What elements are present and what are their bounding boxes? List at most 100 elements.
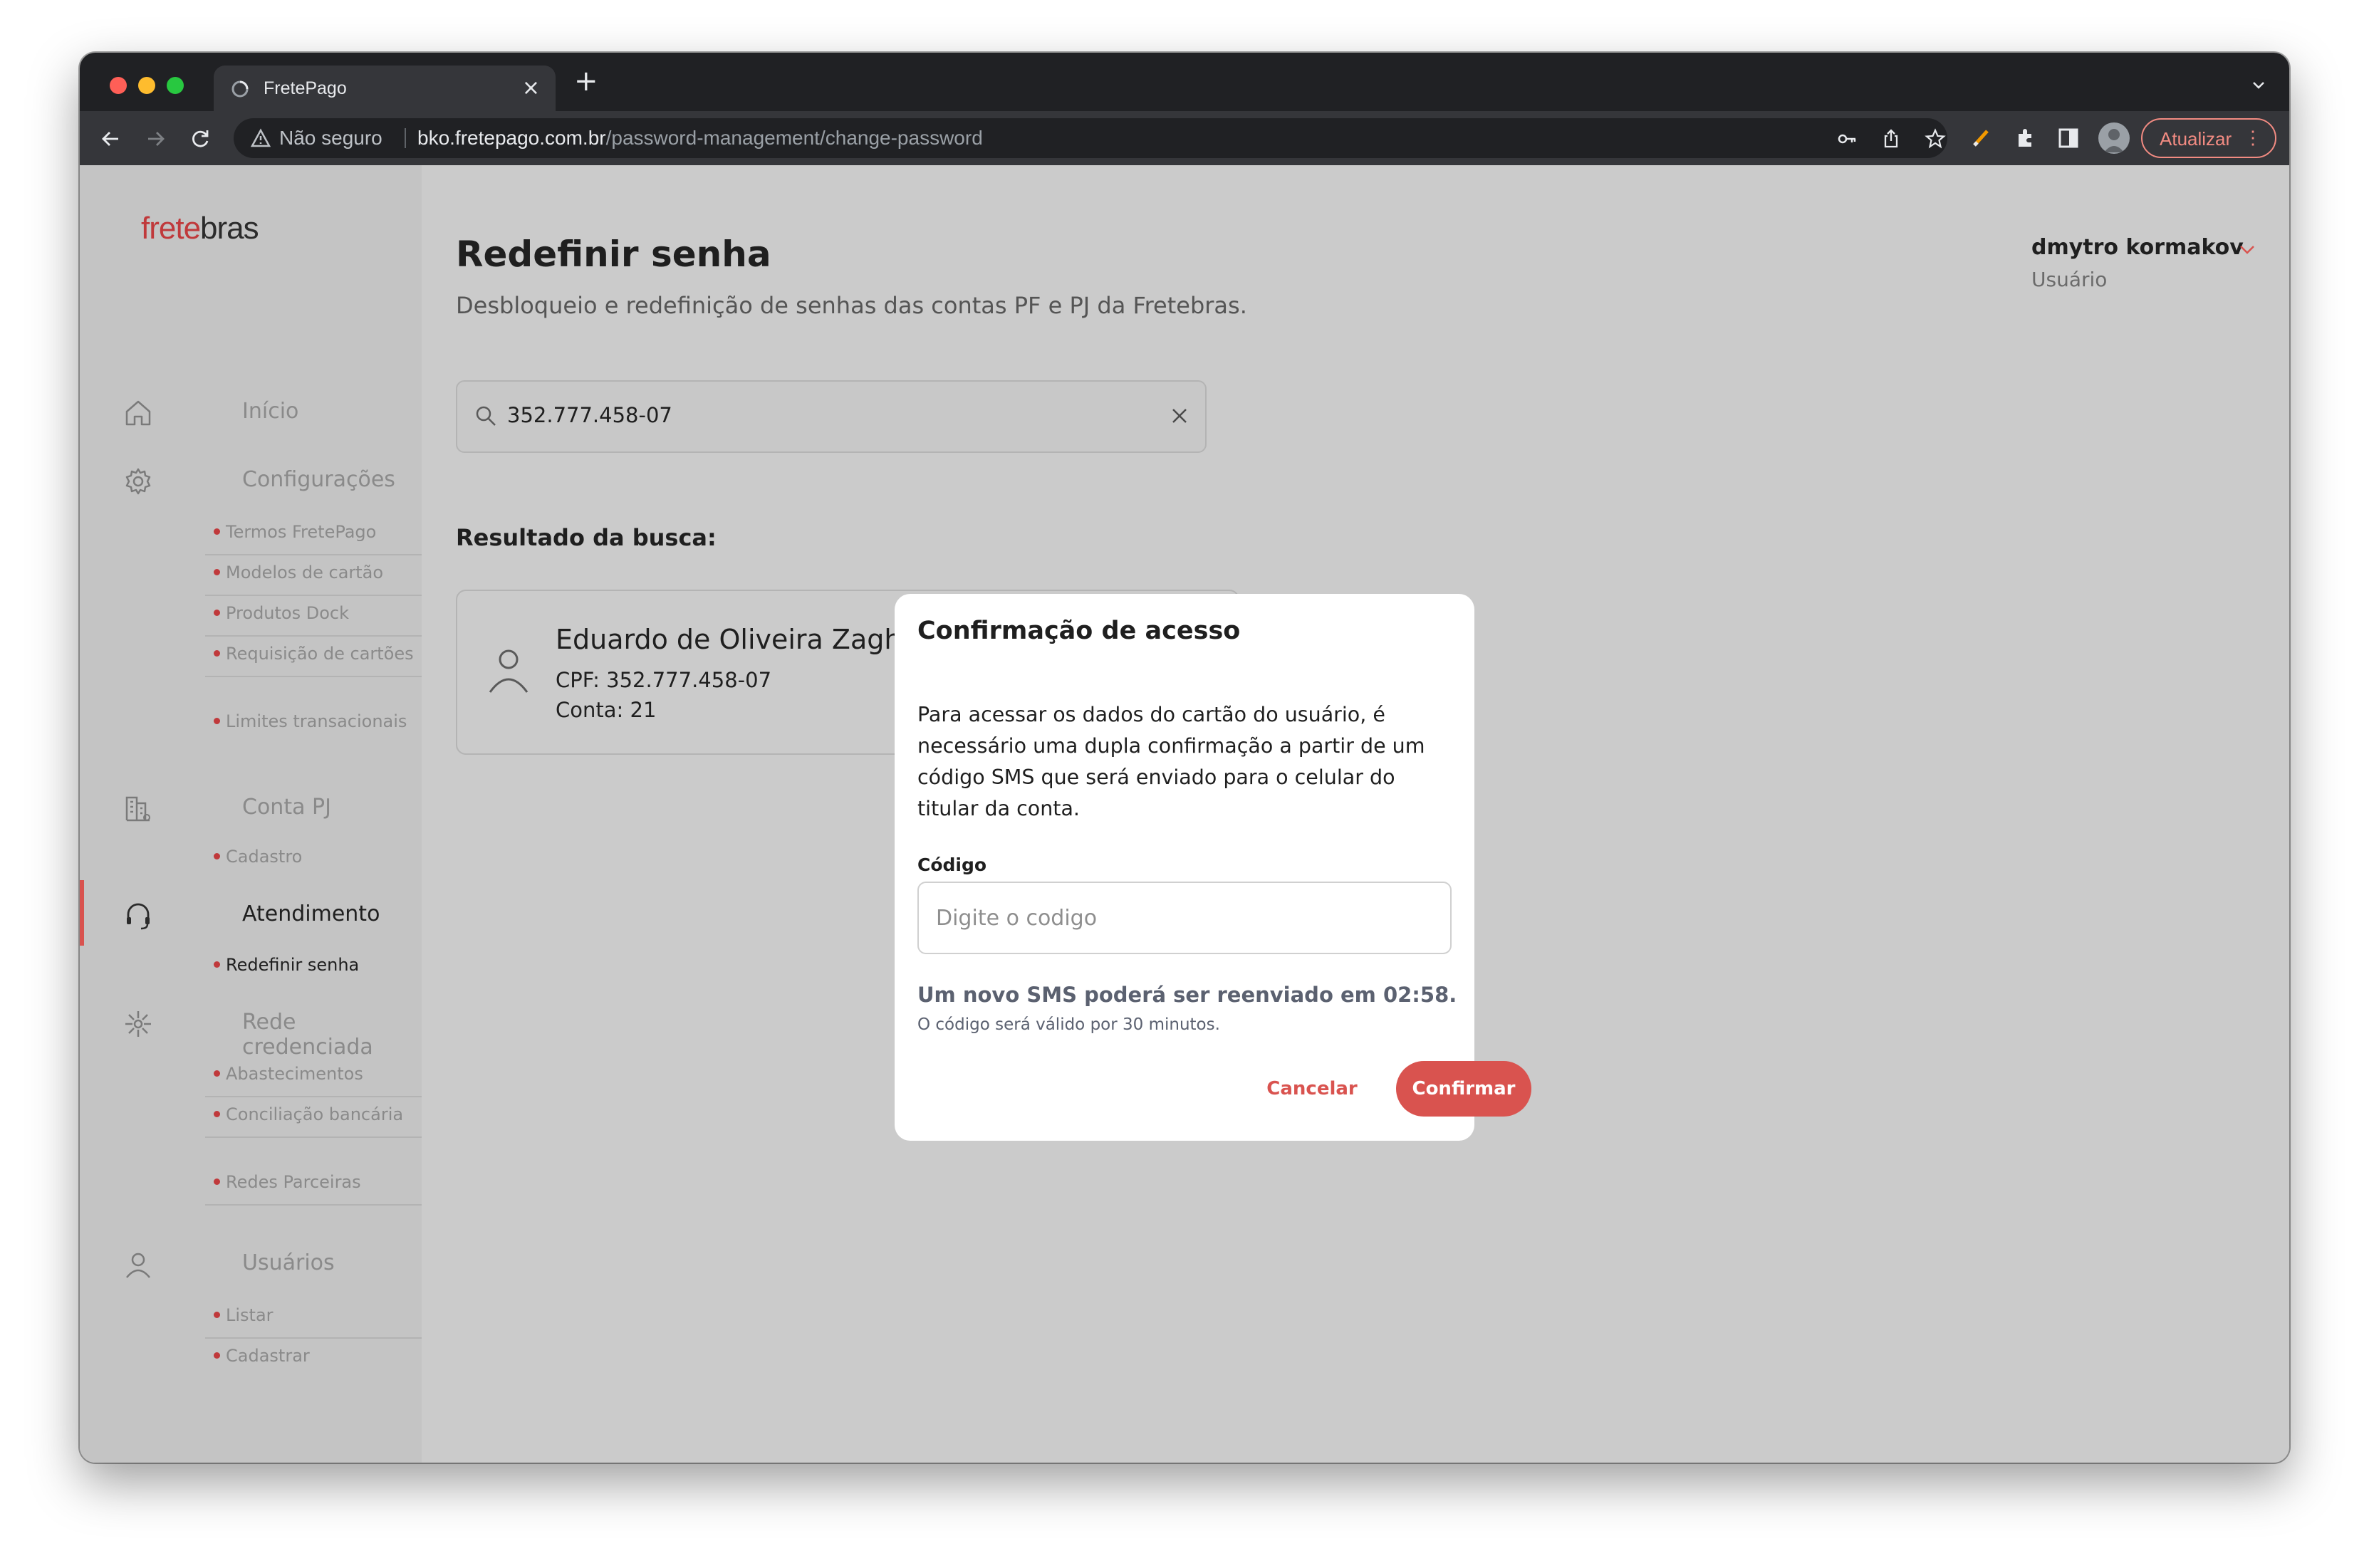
sidepanel-icon[interactable] bbox=[2056, 125, 2081, 151]
subitem-label: Conciliação bancária bbox=[226, 1104, 404, 1124]
subitem-label: Termos FretePago bbox=[226, 522, 377, 542]
modal-title: Confirmação de acesso bbox=[917, 617, 1241, 645]
sidebar-subitem-produtos[interactable]: Produtos Dock bbox=[205, 591, 422, 637]
profile-icon bbox=[2104, 129, 2124, 152]
url-host: bko.fretepago.com.br bbox=[417, 127, 606, 149]
access-confirmation-modal: Confirmação de acesso Para acessar os da… bbox=[895, 594, 1531, 1141]
profile-avatar[interactable] bbox=[2098, 122, 2130, 154]
result-name: Eduardo de Oliveira Zaghi bbox=[556, 624, 910, 655]
sidebar-subitem-listar[interactable]: Listar bbox=[205, 1293, 422, 1339]
sidebar-subitem-cadastro[interactable]: Cadastro bbox=[205, 835, 422, 879]
sidebar-subitem-redes-parceiras[interactable]: Redes Parceiras bbox=[205, 1160, 422, 1206]
forward-icon[interactable] bbox=[144, 127, 168, 151]
tab-close-icon[interactable]: × bbox=[522, 75, 540, 100]
subitem-label: Modelos de cartão bbox=[226, 563, 384, 582]
search-icon bbox=[476, 406, 496, 426]
browser-toolbar: Não seguro bko.fretepago.com.br/password… bbox=[80, 111, 2289, 165]
browser-window: FretePago × + Não seguro bko.fretepago.c… bbox=[80, 53, 2289, 1463]
subitem-label: Requisição de cartões bbox=[226, 644, 414, 664]
minimize-window-button[interactable] bbox=[138, 77, 155, 94]
subitem-label: Limites transacionais bbox=[226, 711, 407, 731]
page-subtitle: Desbloqueio e redefinição de senhas das … bbox=[456, 292, 1247, 319]
code-input[interactable] bbox=[917, 882, 1452, 954]
subitem-label: Redefinir senha bbox=[226, 955, 360, 975]
sidebar-subitem-cadastrar[interactable]: Cadastrar bbox=[205, 1334, 422, 1378]
share-icon[interactable] bbox=[1880, 128, 1902, 150]
results-title: Resultado da busca: bbox=[456, 524, 717, 551]
cancel-button[interactable]: Cancelar bbox=[1255, 1061, 1369, 1117]
subitem-label: Cadastro bbox=[226, 847, 303, 867]
tab-title: FretePago bbox=[264, 78, 347, 98]
address-bar[interactable]: Não seguro bko.fretepago.com.br/password… bbox=[234, 118, 1947, 158]
loading-icon bbox=[231, 80, 249, 98]
subitem-label: Produtos Dock bbox=[226, 603, 350, 623]
gear-icon bbox=[125, 468, 151, 495]
close-window-button[interactable] bbox=[110, 77, 127, 94]
url-text[interactable]: bko.fretepago.com.br/password-management… bbox=[417, 127, 983, 150]
sidebar-subitem-requisicao[interactable]: Requisição de cartões bbox=[205, 632, 422, 677]
subitem-label: Listar bbox=[226, 1305, 274, 1325]
sidebar-subitem-modelos[interactable]: Modelos de cartão bbox=[205, 550, 422, 596]
building-icon bbox=[125, 796, 150, 822]
network-icon bbox=[125, 1011, 151, 1037]
sidebar-subitem-abastecimentos[interactable]: Abastecimentos bbox=[205, 1052, 422, 1097]
sidebar-item-label: Configurações bbox=[242, 467, 395, 492]
logo[interactable]: fretebras bbox=[141, 211, 259, 246]
sidebar-item-atendimento[interactable]: Atendimento bbox=[123, 894, 422, 937]
logo-part-bras: bras bbox=[200, 211, 259, 246]
active-indicator bbox=[80, 880, 84, 946]
confirm-button[interactable]: Confirmar bbox=[1396, 1061, 1531, 1117]
sidebar-item-conta-pj[interactable]: Conta PJ bbox=[123, 788, 422, 830]
sidebar-subitem-conciliacao[interactable]: Conciliação bancária bbox=[205, 1092, 422, 1138]
subitem-label: Abastecimentos bbox=[226, 1064, 363, 1084]
sidebar-subitem-redefinir-senha[interactable]: Redefinir senha bbox=[205, 943, 422, 987]
result-account: Conta: 21 bbox=[556, 698, 657, 722]
sidebar-item-label: Início bbox=[242, 399, 299, 424]
sidebar-subitem-termos[interactable]: Termos FretePago bbox=[205, 510, 422, 555]
user-name[interactable]: dmytro kormakov bbox=[2031, 235, 2244, 260]
sidebar-item-usuarios[interactable]: Usuários bbox=[123, 1243, 422, 1286]
more-icon[interactable]: ⋮ bbox=[2244, 127, 2262, 149]
sidebar: fretebras Início Configurações Termos Fr… bbox=[80, 165, 422, 1463]
sidebar-item-label: Atendimento bbox=[242, 901, 380, 926]
warning-icon[interactable] bbox=[251, 128, 271, 148]
new-tab-button[interactable]: + bbox=[574, 67, 598, 95]
pen-extension-icon[interactable] bbox=[1969, 125, 1994, 151]
headset-icon bbox=[127, 903, 150, 930]
home-icon bbox=[125, 400, 151, 426]
user-role: Usuário bbox=[2031, 268, 2108, 291]
page-title: Redefinir senha bbox=[456, 234, 771, 275]
back-icon[interactable] bbox=[98, 127, 123, 151]
resend-timer-text: Um novo SMS poderá ser reenviado em 02:5… bbox=[917, 983, 1457, 1007]
star-icon[interactable] bbox=[1925, 128, 1946, 150]
search-input[interactable]: 352.777.458-07 bbox=[456, 380, 1207, 453]
reload-icon[interactable] bbox=[188, 127, 212, 151]
update-button[interactable]: Atualizar ⋮ bbox=[2141, 118, 2276, 158]
result-cpf: CPF: 352.777.458-07 bbox=[556, 668, 772, 692]
subitem-label: Cadastrar bbox=[226, 1346, 310, 1366]
maximize-window-button[interactable] bbox=[167, 77, 184, 94]
sidebar-item-configuracoes[interactable]: Configurações bbox=[123, 460, 422, 503]
chevron-down-icon[interactable] bbox=[2237, 239, 2258, 261]
logo-part-frete: frete bbox=[141, 211, 201, 246]
key-icon[interactable] bbox=[1836, 128, 1858, 150]
search-value: 352.777.458-07 bbox=[507, 403, 672, 427]
sidebar-item-label: Conta PJ bbox=[242, 795, 331, 820]
divider bbox=[405, 128, 406, 148]
validity-text: O código será válido por 30 minutos. bbox=[917, 1015, 1220, 1034]
sidebar-item-inicio[interactable]: Início bbox=[123, 392, 422, 434]
security-label[interactable]: Não seguro bbox=[279, 127, 382, 150]
subitem-label: Redes Parceiras bbox=[226, 1172, 361, 1192]
browser-tab[interactable]: FretePago × bbox=[214, 66, 556, 111]
close-icon[interactable] bbox=[1167, 403, 1192, 429]
chevron-down-icon[interactable] bbox=[2251, 77, 2266, 93]
user-icon bbox=[126, 1253, 150, 1278]
modal-body: Para acessar os dados do cartão do usuár… bbox=[917, 703, 1425, 820]
user-icon bbox=[489, 649, 529, 693]
tab-bar: FretePago × + bbox=[80, 53, 2289, 111]
extensions-icon[interactable] bbox=[2013, 125, 2039, 151]
url-path: /password-management/change-password bbox=[605, 127, 983, 149]
sidebar-subitem-limites[interactable]: Limites transacionais bbox=[205, 699, 422, 743]
sidebar-item-label: Usuários bbox=[242, 1250, 335, 1275]
sidebar-item-rede-credenciada[interactable]: Rede credenciada bbox=[123, 1003, 422, 1060]
